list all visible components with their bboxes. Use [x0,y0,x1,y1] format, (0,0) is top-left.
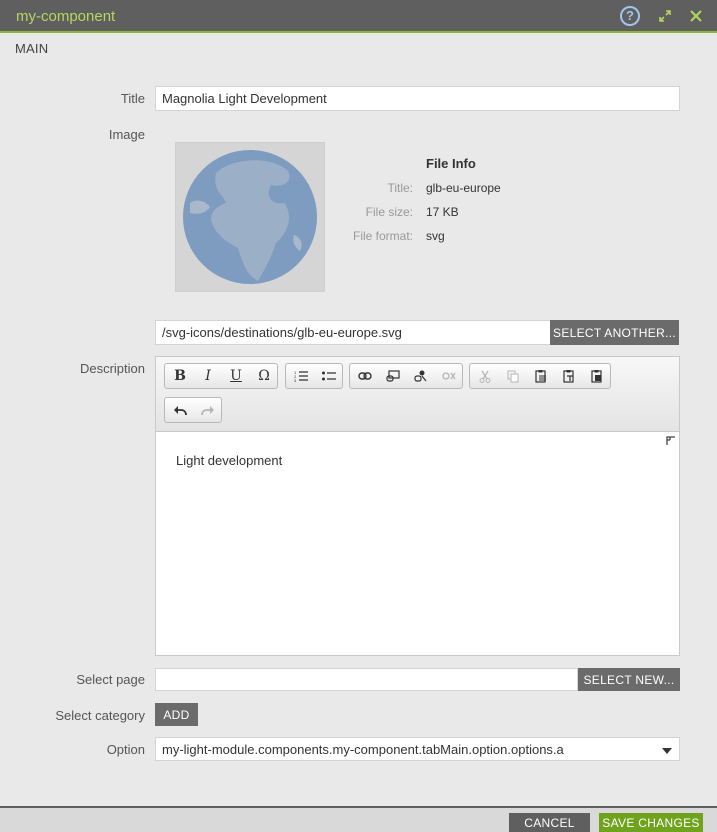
undo-icon[interactable] [166,398,194,422]
expand-icon[interactable] [656,6,674,26]
paste-icon[interactable] [527,364,555,388]
maximize-icon[interactable] [666,434,676,445]
close-icon[interactable] [688,6,704,26]
asset-link-icon[interactable] [407,364,435,388]
redo-icon[interactable] [194,398,222,422]
rich-text-editor: B I U Ω 123 Light development [155,356,680,656]
link-icon[interactable] [351,364,379,388]
title-label: Title [120,91,145,106]
file-format-value: svg [426,229,445,243]
dialog-header: my-component ? [0,0,717,33]
underline-icon[interactable]: U [222,364,250,388]
italic-icon[interactable]: I [194,364,222,388]
file-format-label: File format: [352,229,413,243]
bold-icon[interactable]: B [166,364,194,388]
file-info-heading: File Info [426,156,476,171]
editor-content[interactable]: Light development [176,453,282,468]
image-path-input[interactable]: /svg-icons/destinations/glb-eu-europe.sv… [155,320,551,345]
unordered-list-icon[interactable] [315,364,343,388]
file-size-label: File size: [365,205,413,219]
tab-main[interactable]: MAIN [15,41,48,56]
format-group: B I U Ω [164,363,278,389]
history-group [164,397,222,423]
image-label: Image [108,127,145,142]
paste-word-icon[interactable] [583,364,611,388]
list-group: 123 [285,363,343,389]
image-preview [175,142,325,292]
clipboard-group [469,363,611,389]
file-size-value: 17 KB [426,205,459,219]
option-select[interactable]: my-light-module.components.my-component.… [155,737,680,761]
internal-link-icon[interactable] [379,364,407,388]
omega-icon[interactable]: Ω [250,364,278,388]
select-category-label: Select category [55,708,145,723]
unlink-icon[interactable] [435,364,463,388]
help-icon[interactable]: ? [620,6,640,26]
description-label: Description [79,361,145,376]
copy-icon[interactable] [499,364,527,388]
select-another-button[interactable]: SELECT ANOTHER... [550,320,679,345]
dialog-title: my-component [16,8,116,25]
option-selected-value: my-light-module.components.my-component.… [162,741,564,757]
svg-text:3: 3 [294,378,297,382]
cancel-button[interactable]: CANCEL [509,813,590,832]
title-input[interactable]: Magnolia Light Development [155,86,680,111]
links-group [349,363,463,389]
option-label: Option [106,742,145,757]
cut-icon[interactable] [471,364,499,388]
paste-text-icon[interactable] [555,364,583,388]
ordered-list-icon[interactable]: 123 [287,364,315,388]
file-title-label: Title: [387,181,413,195]
chevron-down-icon [662,748,672,754]
save-changes-button[interactable]: SAVE CHANGES [599,813,703,832]
editor-toolbar: B I U Ω 123 [156,357,679,432]
select-new-button[interactable]: SELECT NEW... [578,668,680,691]
select-page-label: Select page [76,672,145,687]
add-category-button[interactable]: ADD [155,703,198,726]
select-page-input[interactable] [155,668,578,691]
file-title-value: glb-eu-europe [426,181,501,195]
globe-europe-icon [183,150,317,284]
